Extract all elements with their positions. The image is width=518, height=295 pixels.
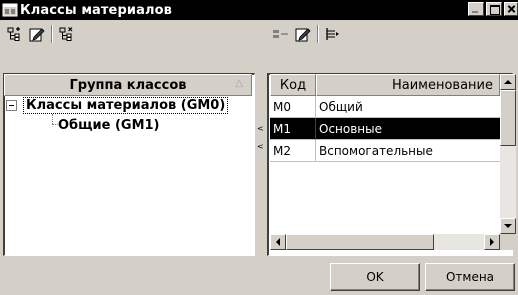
title-bar: Классы материалов: [0, 0, 518, 20]
scroll-down-button[interactable]: [500, 218, 516, 234]
edit-icon[interactable]: [292, 23, 314, 45]
scroll-up-button[interactable]: [500, 74, 516, 90]
horizontal-scroll-thumb[interactable]: [286, 234, 434, 250]
ok-button[interactable]: OK: [330, 263, 420, 291]
cell-code: M1: [270, 118, 316, 140]
table-row[interactable]: M2 Вспомогательные: [270, 140, 500, 162]
column-header-name[interactable]: Наименование: [316, 74, 500, 96]
grid-toolbar: [270, 22, 344, 46]
window-controls: [466, 2, 518, 16]
scrollbar-corner: [500, 234, 516, 250]
cell-code: M0: [270, 96, 316, 118]
column-header-label: Код: [279, 77, 307, 93]
tree-node-label: Общие (GM1): [58, 117, 160, 133]
scroll-left-button[interactable]: [270, 234, 286, 250]
cancel-button[interactable]: Отмена: [425, 263, 515, 291]
cell-name: Вспомогательные: [316, 140, 500, 162]
tree-node-label: Классы материалов (GM0): [23, 96, 229, 114]
cell-code: M2: [270, 140, 316, 162]
vertical-scrollbar[interactable]: [500, 74, 516, 234]
table-row[interactable]: M0 Общий: [270, 96, 500, 118]
collapse-icon[interactable]: [6, 99, 17, 111]
scroll-right-button[interactable]: [484, 234, 500, 250]
tree-column-header[interactable]: Группа классов △: [4, 74, 252, 96]
panel-splitter[interactable]: < <: [256, 72, 266, 258]
window-icon: [2, 3, 18, 17]
tree-connector: [52, 114, 53, 124]
delete-tree-node-icon[interactable]: [56, 23, 78, 45]
vertical-scroll-thumb[interactable]: [500, 90, 516, 146]
toolbar-separator: [51, 25, 53, 43]
collapse-left-icon[interactable]: <: [257, 142, 264, 151]
column-header-code[interactable]: Код: [270, 74, 316, 96]
tree-node-root[interactable]: Классы материалов (GM0): [6, 96, 229, 114]
collapse-left-icon[interactable]: <: [257, 124, 264, 133]
add-tree-node-icon[interactable]: [4, 23, 26, 45]
toolbar-separator: [317, 25, 319, 43]
window-title: Классы материалов: [20, 2, 172, 18]
move-row-icon[interactable]: [322, 23, 344, 45]
tree-header-label: Группа классов: [69, 77, 187, 93]
tree-node-child[interactable]: Общие (GM1): [58, 116, 160, 134]
minimize-button[interactable]: [468, 2, 484, 16]
maximize-button[interactable]: [486, 2, 502, 16]
column-header-label: Наименование: [391, 77, 493, 93]
sort-indicator-icon: △: [235, 78, 243, 89]
cell-name: Основные: [316, 118, 500, 140]
edit-icon[interactable]: [26, 23, 48, 45]
cell-name: Общий: [316, 96, 500, 118]
close-button[interactable]: [504, 2, 518, 16]
add-row-icon[interactable]: [270, 23, 292, 45]
horizontal-scrollbar[interactable]: [270, 234, 500, 250]
tree-toolbar: [4, 22, 78, 46]
table-row-selected[interactable]: M1 Основные: [270, 118, 500, 140]
